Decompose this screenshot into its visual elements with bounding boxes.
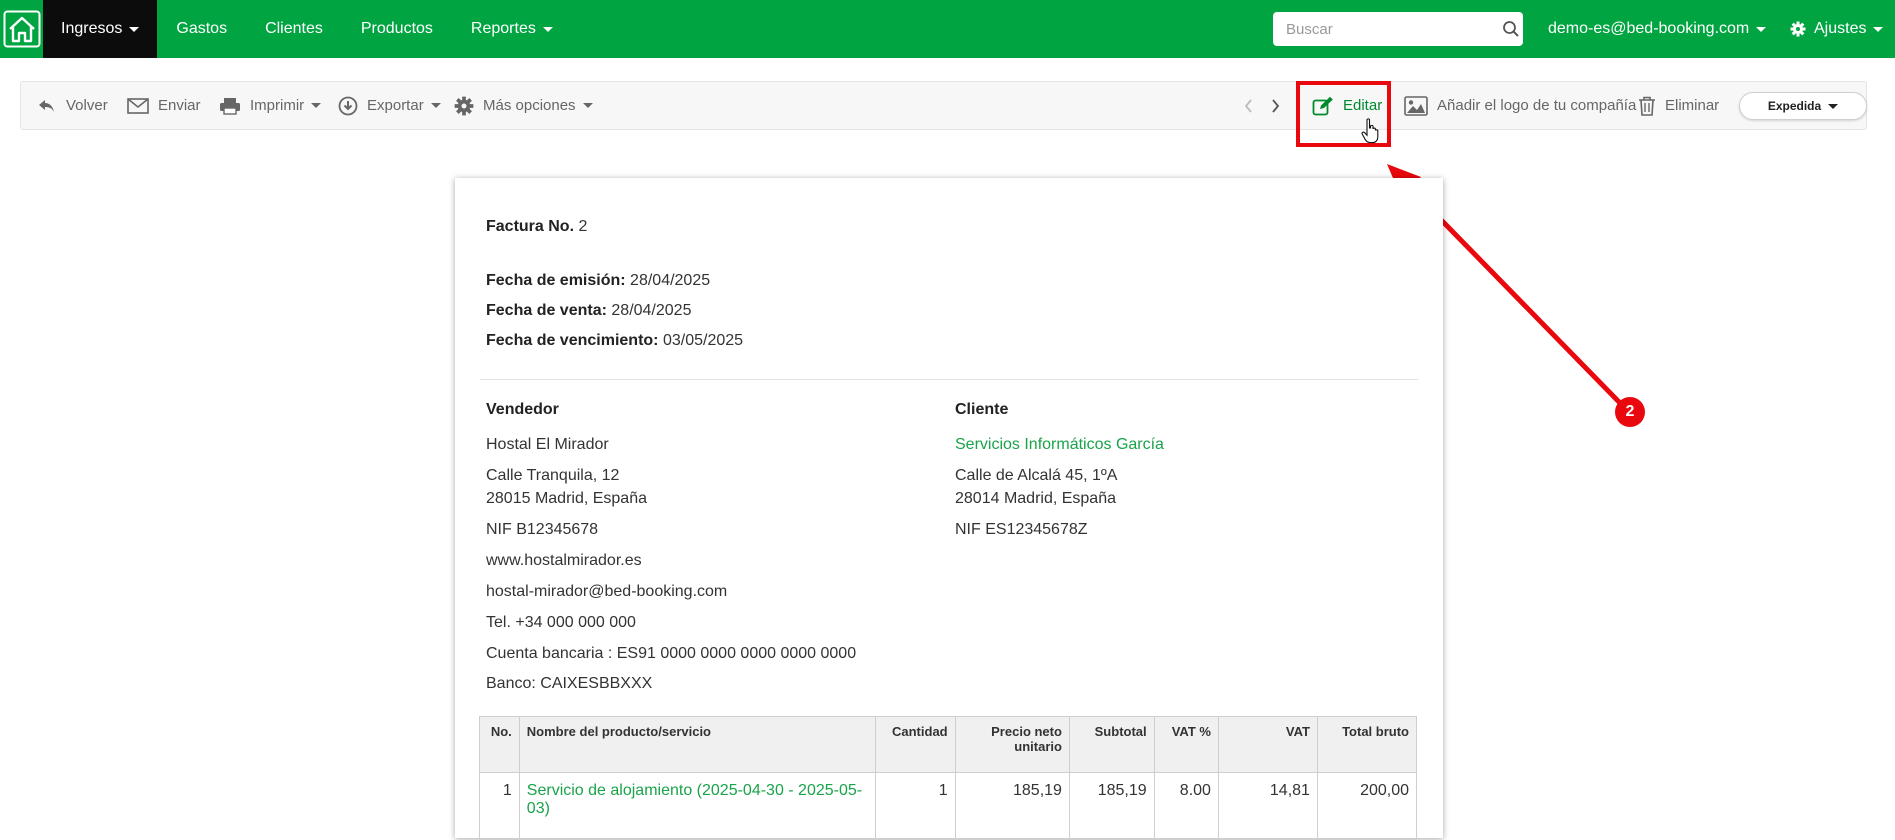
column-header: Cantidad	[875, 716, 956, 773]
column-header: Precio neto unitario	[954, 716, 1070, 773]
client-heading: Cliente	[955, 401, 1009, 418]
seller-bank: Banco: CAIXESBBXXX	[486, 675, 653, 692]
seller-phone: Tel. +34 000 000 000	[486, 614, 636, 631]
invoice-items-table: No. Nombre del producto/servicio Cantida…	[479, 716, 1418, 840]
divider	[480, 379, 1418, 380]
client-address1: Calle de Alcalá 45, 1ºA	[955, 467, 1118, 484]
product-name-link[interactable]: Servicio de alojamiento (2025-04-30 - 20…	[518, 772, 877, 840]
quantity: 1	[875, 772, 956, 840]
row-number: 1	[479, 772, 520, 840]
column-header: No.	[479, 716, 520, 773]
seller-bank-account: Cuenta bancaria : ES91 0000 0000 0000 00…	[486, 645, 857, 662]
column-header: VAT %	[1153, 716, 1219, 773]
table-row: 1 Servicio de alojamiento (2025-04-30 - …	[479, 772, 1418, 840]
column-header: Total bruto	[1316, 716, 1418, 773]
subtotal: 185,19	[1068, 772, 1155, 840]
seller-email: hostal-mirador@bed-booking.com	[486, 583, 728, 600]
issue-date: Fecha de emisión: 28/04/2025	[486, 272, 711, 289]
seller-nif: NIF B12345678	[486, 521, 599, 538]
vat-percent: 8.00	[1153, 772, 1219, 840]
client-name-link[interactable]: Servicios Informáticos García	[955, 436, 1164, 454]
table-header-row: No. Nombre del producto/servicio Cantida…	[479, 716, 1418, 773]
due-date: Fecha de vencimiento: 03/05/2025	[486, 332, 744, 349]
invoice-number: Factura No. 2	[486, 218, 588, 235]
column-header: Subtotal	[1068, 716, 1155, 773]
seller-name: Hostal El Mirador	[486, 436, 609, 453]
seller-address1: Calle Tranquila, 12	[486, 467, 620, 484]
sale-date: Fecha de venta: 28/04/2025	[486, 302, 692, 319]
gross-total: 200,00	[1316, 772, 1418, 840]
invoice-document: Factura No. 2 Fecha de emisión: 28/04/20…	[455, 178, 1443, 840]
client-nif: NIF ES12345678Z	[955, 521, 1088, 538]
seller-heading: Vendedor	[486, 401, 559, 418]
column-header: Nombre del producto/servicio	[518, 716, 877, 773]
seller-website: www.hostalmirador.es	[486, 552, 642, 569]
vat-amount: 14,81	[1217, 772, 1318, 840]
step-marker: 2	[1615, 397, 1645, 427]
client-address2: 28014 Madrid, España	[955, 490, 1116, 507]
column-header: VAT	[1217, 716, 1318, 773]
seller-address2: 28015 Madrid, España	[486, 490, 647, 507]
unit-price: 185,19	[954, 772, 1070, 840]
